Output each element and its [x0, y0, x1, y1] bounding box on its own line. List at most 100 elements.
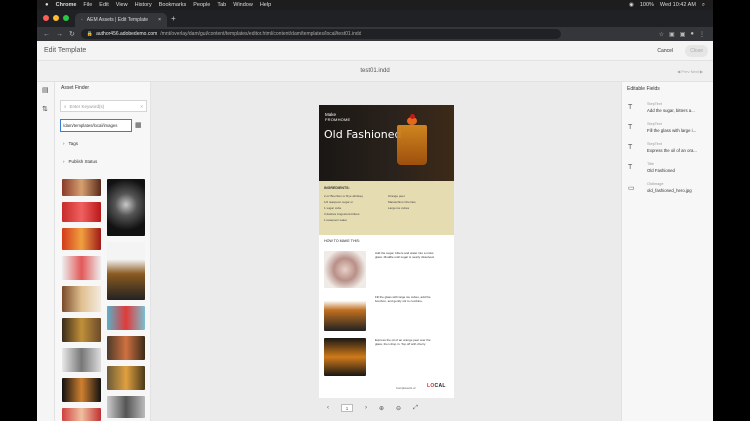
make-from-home: Make FROMHOME: [325, 112, 350, 122]
ingredient: 1 teaspoon water: [324, 218, 348, 222]
close-window-icon[interactable]: [43, 15, 49, 21]
forward-icon[interactable]: →: [56, 31, 63, 38]
page-number-input[interactable]: 1: [341, 404, 353, 412]
ingredients-block: INGREDIENTS: 2 oz Bourbon or Rye whiskey…: [319, 181, 454, 235]
new-tab-icon[interactable]: +: [171, 14, 176, 23]
asset-thumbnail[interactable]: [62, 256, 101, 280]
field-key: Title: [647, 162, 655, 166]
menu-history[interactable]: History: [135, 2, 152, 8]
step-image[interactable]: [324, 251, 366, 288]
star-icon[interactable]: ☆: [659, 31, 664, 38]
asset-thumbnail[interactable]: [62, 348, 101, 372]
menu-edit[interactable]: Edit: [99, 2, 108, 8]
asset-thumbnail[interactable]: [62, 202, 101, 222]
mac-menu-bar: ● Chrome File Edit View History Bookmark…: [37, 0, 713, 10]
ingredients-list-right: Orange peel Maraschino Cherries Large ic…: [388, 193, 416, 211]
apple-menu-icon[interactable]: ●: [45, 2, 49, 8]
accordion-label: Tags: [68, 141, 79, 146]
editable-fields-panel: Editable Fields T StepText Add the sugar…: [621, 82, 713, 421]
prev-page-button[interactable]: ‹: [327, 405, 329, 411]
battery-level[interactable]: 100%: [640, 2, 654, 8]
asset-thumbnail[interactable]: [62, 408, 101, 421]
accordion-publish-status[interactable]: › Publish Status: [63, 159, 97, 164]
address-bar-row: ← → ↻ 🔒 author456.adobedemo.com /mnt/ove…: [37, 27, 713, 41]
menu-view[interactable]: View: [116, 2, 128, 8]
asset-thumbnail[interactable]: [107, 306, 145, 330]
compliments-text: Compliments of: [396, 386, 416, 390]
hero-image[interactable]: Make FROMHOME Old Fashioned: [319, 105, 454, 181]
asset-thumbnail[interactable]: [107, 396, 145, 418]
filter-icon[interactable]: ⇅: [42, 106, 50, 114]
step-image[interactable]: [324, 293, 366, 331]
menu-bookmarks[interactable]: Bookmarks: [159, 2, 187, 8]
zoom-window-icon[interactable]: [63, 15, 69, 21]
path-row: /dam/templates/local/images ▦: [60, 118, 147, 132]
field-key: StepText: [647, 142, 662, 146]
template-page: Make FROMHOME Old Fashioned INGREDIENTS:…: [319, 105, 454, 398]
cancel-button[interactable]: Cancel: [652, 45, 678, 57]
asset-thumbnail[interactable]: [62, 286, 101, 312]
browser-window: ● Chrome File Edit View History Bookmark…: [37, 0, 713, 421]
fit-to-page-icon[interactable]: ⤢: [413, 405, 418, 412]
page-navigation[interactable]: ◀ Prev Next ▶: [677, 69, 703, 74]
minimize-window-icon[interactable]: [53, 15, 59, 21]
asset-thumbnail[interactable]: [107, 242, 145, 300]
next-page-button[interactable]: ›: [365, 405, 367, 411]
step-text[interactable]: Add the sugar, bitters and water into a …: [375, 251, 435, 259]
more-icon[interactable]: ⋮: [699, 31, 705, 38]
editable-fields-title: Editable Fields: [627, 86, 660, 92]
clear-icon[interactable]: ×: [140, 104, 146, 109]
wifi-icon[interactable]: ◉: [629, 2, 634, 8]
menu-window[interactable]: Window: [233, 2, 253, 8]
menu-people[interactable]: People: [193, 2, 210, 8]
close-button[interactable]: Close: [685, 45, 708, 57]
search-icon: ⌕: [64, 103, 67, 109]
zoom-out-icon[interactable]: ⊖: [396, 405, 401, 412]
asset-thumbnail[interactable]: [62, 318, 101, 342]
chevron-right-icon: ›: [63, 159, 65, 164]
clock[interactable]: Wed 10:42 AM: [660, 2, 696, 8]
asset-thumbnail[interactable]: [62, 378, 101, 402]
app-menu[interactable]: Chrome: [56, 2, 77, 8]
url-field[interactable]: 🔒 author456.adobedemo.com /mnt/overlay/d…: [80, 29, 561, 39]
step-text[interactable]: Express the oil of an orange peel over t…: [375, 338, 435, 346]
extensions: ☆ ▣ ▣ ● ⋮: [659, 31, 713, 38]
fromhome-label: FROMHOME: [325, 117, 351, 122]
field-value: Express the oil of an ora...: [647, 148, 697, 153]
accordion-tags[interactable]: › Tags: [63, 141, 78, 146]
step-image[interactable]: [324, 338, 366, 376]
browser-tab[interactable]: ▪ AEM Assets | Edit Template ×: [75, 13, 167, 27]
asset-thumbnail[interactable]: [107, 366, 145, 390]
image-field-icon: ▭: [628, 185, 635, 192]
step-text[interactable]: Fill the glass with large ice cubes, add…: [375, 295, 435, 303]
tab-title: AEM Assets | Edit Template: [86, 17, 149, 23]
assets-icon[interactable]: ▤: [42, 87, 50, 95]
asset-thumbnail[interactable]: [107, 179, 145, 236]
search-input[interactable]: ⌕ Enter Keyword(s) ×: [60, 100, 147, 112]
path-input[interactable]: /dam/templates/local/images: [60, 118, 132, 132]
recipe-title[interactable]: Old Fashioned: [324, 128, 401, 141]
text-field-icon: T: [628, 124, 633, 131]
menu-help[interactable]: Help: [260, 2, 271, 8]
path-browser-icon[interactable]: ▦: [135, 121, 142, 129]
lock-icon: 🔒: [86, 31, 94, 37]
accordion-label: Publish Status: [68, 159, 98, 164]
document-name: test01.indd: [360, 68, 390, 74]
cherry-image: [410, 114, 415, 119]
zoom-in-icon[interactable]: ⊕: [379, 405, 384, 412]
extension-icon[interactable]: ▣: [669, 31, 675, 38]
extension-icon[interactable]: ▣: [680, 31, 686, 38]
close-tab-icon[interactable]: ×: [158, 17, 161, 23]
avatar[interactable]: ●: [690, 31, 694, 38]
asset-thumbnail[interactable]: [107, 336, 145, 360]
asset-thumbnail[interactable]: [62, 228, 101, 250]
reload-icon[interactable]: ↻: [69, 30, 75, 38]
back-icon[interactable]: ←: [43, 31, 50, 38]
page-toolbar: ‹ 1 › ⊕ ⊖ ⤢: [327, 404, 418, 412]
field-image[interactable]: ▭ OldImage old_fashioned_hero.jpg: [622, 180, 713, 204]
asset-thumbnail[interactable]: [62, 179, 101, 196]
menu-file[interactable]: File: [83, 2, 92, 8]
menu-tab[interactable]: Tab: [217, 2, 226, 8]
search-icon[interactable]: ⌕: [702, 2, 705, 9]
url-host: author456.adobedemo.com: [96, 31, 158, 37]
